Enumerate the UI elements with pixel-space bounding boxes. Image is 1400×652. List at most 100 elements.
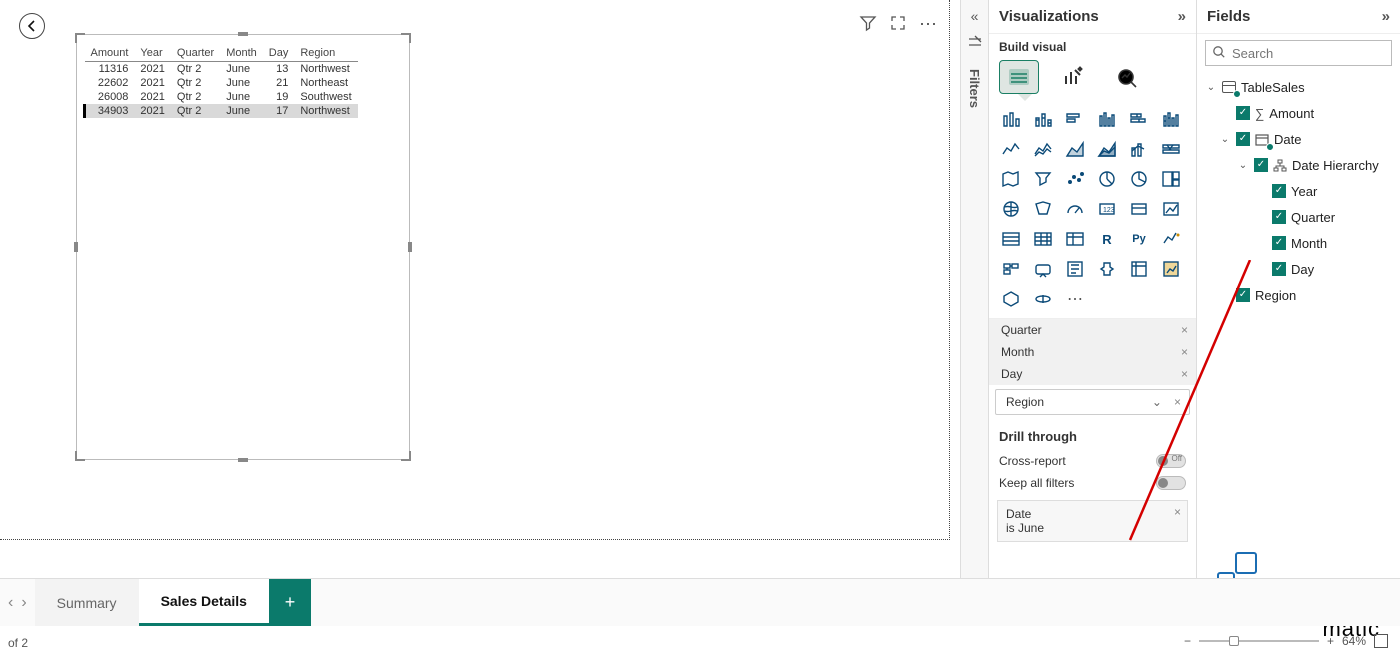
well-day[interactable]: Day × [989, 363, 1196, 385]
keep-filters-toggle[interactable] [1156, 476, 1186, 490]
tab-summary[interactable]: Summary [35, 579, 139, 626]
viz-type[interactable] [1157, 166, 1185, 192]
expand-icon[interactable]: ⌄ [1237, 160, 1249, 171]
filters-pane-collapsed[interactable]: « Filters [960, 0, 988, 610]
expand-icon[interactable]: ⌄ [1205, 82, 1217, 93]
viz-type[interactable] [1061, 256, 1089, 282]
checkbox[interactable]: ✓ [1272, 262, 1286, 276]
filter-icon[interactable] [859, 14, 877, 37]
well-quarter[interactable]: Quarter × [989, 319, 1196, 341]
viz-type[interactable] [1093, 136, 1121, 162]
column-header[interactable]: Amount [85, 45, 135, 62]
resize-handle[interactable] [401, 33, 411, 43]
viz-type[interactable] [1029, 256, 1057, 282]
viz-type[interactable]: Py [1125, 226, 1153, 252]
checkbox[interactable]: ✓ [1272, 210, 1286, 224]
field-month[interactable]: ✓ Month [1201, 230, 1396, 256]
checkbox[interactable]: ✓ [1272, 236, 1286, 250]
more-options-icon[interactable]: ⋯ [919, 14, 937, 37]
add-page-button[interactable]: + [269, 579, 311, 626]
zoom-out-button[interactable]: − [1184, 634, 1191, 648]
viz-type[interactable] [1093, 256, 1121, 282]
viz-type[interactable] [1157, 136, 1185, 162]
field-date[interactable]: ⌄ ✓ Date [1201, 126, 1396, 152]
remove-drill-field-icon[interactable]: × [1174, 505, 1181, 519]
viz-type[interactable] [1061, 136, 1089, 162]
viz-type[interactable] [1157, 106, 1185, 132]
viz-type[interactable] [1061, 106, 1089, 132]
focus-mode-icon[interactable] [889, 14, 907, 37]
column-header[interactable]: Quarter [171, 45, 220, 62]
viz-type[interactable] [997, 136, 1025, 162]
analytics-tab[interactable] [1107, 60, 1147, 94]
resize-handle[interactable] [238, 458, 248, 462]
tab-nav-prev[interactable]: ‹ [8, 594, 13, 612]
report-canvas[interactable]: ⋯ AmountYearQuarterMonthDayRegion 113162… [0, 0, 950, 540]
back-button[interactable] [19, 13, 45, 39]
viz-type[interactable]: 123 [1093, 196, 1121, 222]
expand-filters-icon[interactable]: « [971, 8, 979, 24]
field-region[interactable]: ✓ Region [1201, 282, 1396, 308]
viz-type[interactable] [1061, 226, 1089, 252]
table-row[interactable]: 260082021Qtr 2June19Southwest [85, 90, 358, 104]
column-header[interactable]: Day [263, 45, 295, 62]
search-input[interactable] [1232, 46, 1400, 61]
build-visual-tab[interactable] [999, 60, 1039, 94]
resize-handle[interactable] [75, 451, 85, 461]
fit-to-page-icon[interactable] [1374, 634, 1388, 648]
remove-field-icon[interactable]: × [1181, 345, 1188, 359]
table-row[interactable]: 226022021Qtr 2June21Northeast [85, 76, 358, 90]
field-quarter[interactable]: ✓ Quarter [1201, 204, 1396, 230]
checkbox[interactable]: ✓ [1254, 158, 1268, 172]
checkbox[interactable]: ✓ [1272, 184, 1286, 198]
drill-through-field[interactable]: Date is June × [997, 500, 1188, 542]
well-region[interactable]: Region ⌄ × [995, 389, 1190, 415]
tab-nav-next[interactable]: › [21, 594, 26, 612]
zoom-slider[interactable] [1199, 640, 1319, 642]
viz-type[interactable] [1125, 196, 1153, 222]
viz-type[interactable] [1125, 256, 1153, 282]
field-day[interactable]: ✓ Day [1201, 256, 1396, 282]
checkbox[interactable]: ✓ [1236, 288, 1250, 302]
field-amount[interactable]: ✓ ∑ Amount [1201, 100, 1396, 126]
zoom-in-button[interactable]: + [1327, 634, 1334, 648]
remove-field-icon[interactable]: × [1174, 395, 1181, 409]
viz-type[interactable] [997, 196, 1025, 222]
viz-type[interactable] [1157, 226, 1185, 252]
viz-type[interactable] [1093, 166, 1121, 192]
viz-type[interactable] [1061, 196, 1089, 222]
viz-type[interactable] [1029, 196, 1057, 222]
chevron-down-icon[interactable]: ⌄ [1152, 395, 1162, 409]
resize-handle[interactable] [238, 32, 248, 36]
viz-type[interactable] [1125, 136, 1153, 162]
viz-type[interactable] [1029, 136, 1057, 162]
resize-handle[interactable] [408, 242, 412, 252]
viz-type[interactable] [1029, 106, 1057, 132]
remove-field-icon[interactable]: × [1181, 367, 1188, 381]
remove-field-icon[interactable]: × [1181, 323, 1188, 337]
checkbox[interactable]: ✓ [1236, 106, 1250, 120]
expand-icon[interactable]: ⌄ [1219, 134, 1231, 145]
column-header[interactable]: Year [134, 45, 170, 62]
viz-type[interactable] [1029, 166, 1057, 192]
viz-type[interactable] [997, 286, 1025, 312]
viz-type[interactable] [997, 256, 1025, 282]
format-visual-tab[interactable] [1053, 60, 1093, 94]
viz-type[interactable] [1061, 166, 1089, 192]
viz-type[interactable] [1125, 166, 1153, 192]
fields-search[interactable] [1205, 40, 1392, 66]
checkbox[interactable]: ✓ [1236, 132, 1250, 146]
table-visual[interactable]: AmountYearQuarterMonthDayRegion 11316202… [76, 34, 410, 460]
viz-type[interactable] [997, 166, 1025, 192]
viz-type[interactable] [997, 226, 1025, 252]
more-visuals-icon[interactable]: ⋯ [1061, 286, 1089, 312]
viz-type[interactable] [1029, 286, 1057, 312]
table-row[interactable]: 113162021Qtr 2June13Northwest [85, 62, 358, 77]
viz-type[interactable] [1125, 106, 1153, 132]
field-year[interactable]: ✓ Year [1201, 178, 1396, 204]
well-month[interactable]: Month × [989, 341, 1196, 363]
table-row[interactable]: 349032021Qtr 2June17Northwest [85, 104, 358, 118]
table-tablesales[interactable]: ⌄ TableSales [1201, 74, 1396, 100]
cross-report-toggle[interactable]: Off [1156, 454, 1186, 468]
viz-type[interactable] [1157, 256, 1185, 282]
